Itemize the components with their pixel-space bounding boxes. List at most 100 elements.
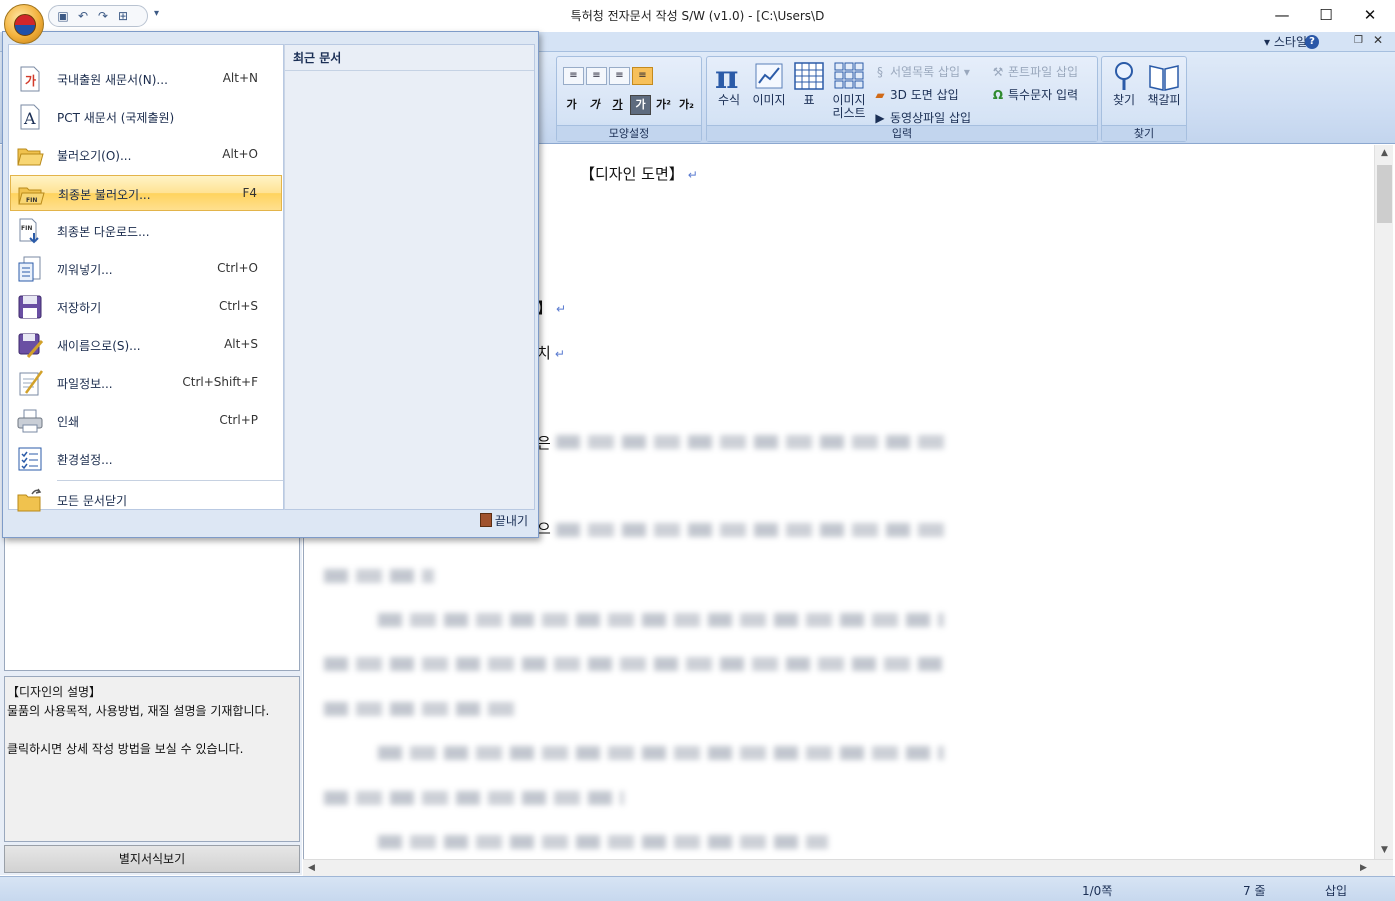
shape-settings-label: 모양설정 [557, 125, 701, 141]
menu-item-insert-file[interactable]: 끼워넣기... Ctrl+O [10, 251, 282, 287]
blurred-text-line [378, 835, 828, 849]
menu-item-new-pct[interactable]: A PCT 새문서 (국제출원) [10, 99, 282, 135]
menu-item-print[interactable]: 인쇄 Ctrl+P [10, 403, 282, 439]
exit-label: 끝내기 [494, 514, 528, 528]
svg-text:가: 가 [25, 73, 36, 88]
field-help-box[interactable]: 【디자인의 설명】 물품의 사용목적, 사용방법, 재질 설명을 기재합니다. … [4, 676, 300, 842]
doc-fragment-3: 은 [537, 434, 551, 452]
final-folder-icon: FIN [18, 187, 45, 205]
design-drawing-heading: 【디자인 도면】 ↵ [580, 165, 698, 183]
scroll-down-icon[interactable]: ▼ [1375, 842, 1394, 859]
find-button[interactable]: 찾기 [1108, 61, 1140, 107]
customize-toolbar-icon[interactable]: ▾ [154, 8, 159, 19]
exit-door-icon [479, 513, 492, 527]
floppy-disk-icon [18, 295, 42, 319]
font-file-insert-button[interactable]: ⚒ 폰트파일 삽입 [991, 63, 1078, 80]
application-menu: 가 국내출원 새문서(N)... Alt+N A PCT 새문서 (국제출원) … [2, 31, 539, 538]
svg-text:FIN: FIN [21, 225, 32, 232]
image-list-button[interactable]: 이미지 리스트 [829, 61, 869, 120]
blurred-text-line [556, 523, 944, 537]
image-list-label-2: 리스트 [832, 106, 866, 120]
vertical-scroll-thumb[interactable] [1377, 165, 1392, 223]
undo-icon[interactable]: ↶ [75, 9, 91, 23]
menu-item-save-as[interactable]: 새이름으로(S)... Alt+S [10, 327, 282, 363]
sequence-list-insert-button[interactable]: § 서열목록 삽입 ▾ [873, 63, 970, 80]
menu-item-new-domestic[interactable]: 가 국내출원 새문서(N)... Alt+N [10, 61, 282, 97]
scroll-up-icon[interactable]: ▲ [1375, 145, 1394, 162]
open-folder-icon [17, 148, 44, 166]
blurred-text-line [324, 569, 434, 583]
insert-group-label: 입력 [707, 125, 1097, 141]
insert-mode-indicator: 삽입 [1325, 884, 1348, 898]
scroll-right-icon[interactable]: ▶ [1355, 860, 1372, 877]
align-center-button[interactable]: ≡ [586, 67, 607, 85]
table-button[interactable]: 표 [791, 61, 827, 107]
video-label: 동영상파일 삽입 [890, 111, 972, 125]
svg-text:π: π [715, 61, 738, 91]
printer-icon [17, 409, 43, 433]
align-right-button[interactable]: ≡ [609, 67, 630, 85]
taegeuk-logo-icon [14, 14, 36, 36]
font-file-label: 폰트파일 삽입 [1008, 65, 1079, 79]
blurred-text-line [378, 746, 944, 760]
align-left-button[interactable]: ≡ [563, 67, 584, 85]
menu-item-save[interactable]: 저장하기 Ctrl+S [10, 289, 282, 325]
horizontal-scrollbar[interactable]: ◀ ▶ [303, 859, 1393, 876]
video-insert-button[interactable]: ▶ 동영상파일 삽입 [873, 109, 971, 126]
paragraph-align-buttons: ≡ ≡ ≡ ≡ [563, 67, 653, 85]
bold-button[interactable]: 가 [561, 95, 582, 115]
underline-button[interactable]: 가 [607, 95, 628, 115]
superscript-button[interactable]: 가² [653, 95, 674, 115]
quick-access-toolbar: ▣ ↶ ↷ ⊞ [48, 5, 148, 27]
save-icon[interactable]: ▣ [55, 9, 71, 23]
minimize-button[interactable]: — [1259, 0, 1305, 32]
magnifier-icon [1115, 62, 1133, 90]
redo-icon[interactable]: ↷ [95, 9, 111, 23]
insert-group: π 수식 이미지 표 이미지 리스트 § 서열목록 삽입 ▾ ⚒ 폰트파일 삽입 ▰… [706, 56, 1098, 142]
blurred-text-line [324, 702, 514, 716]
form-view-button[interactable]: 별지서식보기 [4, 845, 300, 873]
blurred-text-line [324, 657, 944, 671]
menu-item-close-all[interactable]: 모든 문서닫기 [10, 482, 282, 518]
find-group-label: 찾기 [1102, 125, 1186, 141]
image-list-icon [834, 62, 864, 89]
help-icon[interactable]: ? [1305, 35, 1319, 49]
menu-item-open-final[interactable]: FIN 최종본 불러오기... F4 [10, 175, 282, 211]
file-info-icon [19, 370, 44, 396]
scroll-left-icon[interactable]: ◀ [303, 860, 320, 877]
pi-icon: π [715, 61, 738, 91]
download-final-icon: FIN [19, 218, 39, 244]
blurred-text-line [556, 435, 944, 449]
recent-documents-title: 최근 문서 [285, 45, 534, 71]
new-document-icon: 가 [20, 66, 40, 92]
book-icon [1149, 65, 1179, 91]
blurred-text-line [324, 791, 624, 805]
maximize-button[interactable]: ☐ [1303, 0, 1349, 32]
3d-drawing-insert-button[interactable]: ▰ 3D 도면 삽입 [873, 86, 958, 103]
vertical-scrollbar[interactable]: ▲ ▼ [1374, 145, 1393, 859]
italic-button[interactable]: 가 [584, 95, 605, 115]
image-chart-icon [755, 63, 783, 89]
restore-document-icon[interactable]: ❐ [1354, 35, 1363, 46]
doc-fragment-2: 치 ↵ [537, 344, 565, 362]
menu-item-settings[interactable]: 환경설정... [10, 441, 282, 477]
close-document-icon[interactable]: ✕ [1373, 33, 1383, 47]
exit-button[interactable]: 끝내기 [479, 512, 528, 529]
menu-item-file-info[interactable]: 파일정보... Ctrl+Shift+F [10, 365, 282, 401]
subscript-button[interactable]: 가₂ [676, 95, 697, 115]
highlight-button[interactable]: 가 [630, 95, 651, 115]
layout-icon[interactable]: ⊞ [115, 9, 131, 23]
doc-fragment-4: 으 [537, 520, 551, 538]
menu-item-open[interactable]: 불러오기(O)... Alt+O [10, 137, 282, 173]
formula-button[interactable]: π 수식 [711, 61, 747, 107]
special-char-button[interactable]: Ω 특수문자 입력 [991, 86, 1078, 103]
bookmark-button[interactable]: 책갈피 [1144, 61, 1184, 107]
menu-item-download-final[interactable]: FIN 최종본 다운로드... [10, 213, 282, 249]
image-button[interactable]: 이미지 [749, 61, 789, 107]
3d-drawing-icon: ▰ [875, 88, 885, 102]
style-menu-button[interactable]: ▾ 스타일 [1264, 33, 1307, 50]
application-button[interactable] [4, 4, 44, 44]
close-button[interactable]: ✕ [1347, 0, 1393, 32]
align-justify-button[interactable]: ≡ [632, 67, 653, 85]
svg-text:A: A [23, 109, 36, 128]
